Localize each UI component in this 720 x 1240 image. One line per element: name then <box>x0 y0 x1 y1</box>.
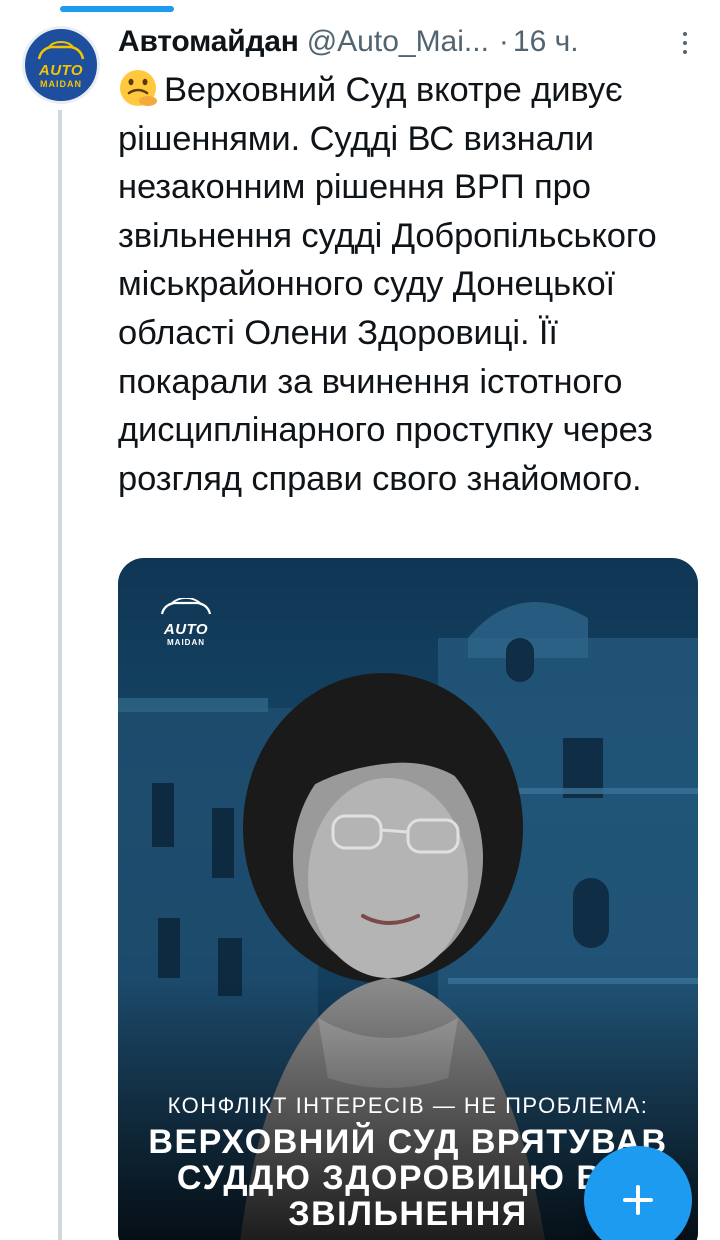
avatar[interactable]: AUTO MAIDAN <box>22 26 100 104</box>
tweet-media-image[interactable]: AUTO MAIDAN КОНФЛІКТ ІНТЕРЕСІВ — НЕ ПРОБ… <box>118 558 698 1240</box>
upside-down-face-icon <box>120 70 157 106</box>
tweet-text-container: Верховний Суд вкотре дивує рішеннями. Су… <box>118 66 708 503</box>
media-subtitle: КОНФЛІКТ ІНТЕРЕСІВ — НЕ ПРОБЛЕМА: <box>167 1093 649 1118</box>
avatar-logo-text: AUTO <box>38 62 84 79</box>
car-logo-icon <box>37 41 85 60</box>
scroll-indicator <box>60 6 174 12</box>
separator-dot: · <box>498 25 509 58</box>
author-name[interactable]: Автомайдан <box>118 25 299 59</box>
more-vertical-icon[interactable] <box>680 28 690 58</box>
media-logo: AUTO MAIDAN <box>156 597 216 647</box>
tweet-text: Верховний Суд вкотре дивує рішеннями. Су… <box>118 71 657 498</box>
plus-icon <box>623 1185 653 1215</box>
author-handle[interactable]: @Auto_Mai... <box>307 25 489 59</box>
media-logo-text: AUTO <box>163 621 209 638</box>
tweet-time[interactable]: 16 ч. <box>513 25 579 59</box>
media-logo-subtext: MAIDAN <box>167 638 205 647</box>
thread-line <box>58 110 62 1240</box>
car-logo-icon <box>160 597 212 615</box>
avatar-logo-subtext: MAIDAN <box>40 79 82 89</box>
tweet-header: Автомайдан @Auto_Mai... · 16 ч. <box>118 22 708 62</box>
